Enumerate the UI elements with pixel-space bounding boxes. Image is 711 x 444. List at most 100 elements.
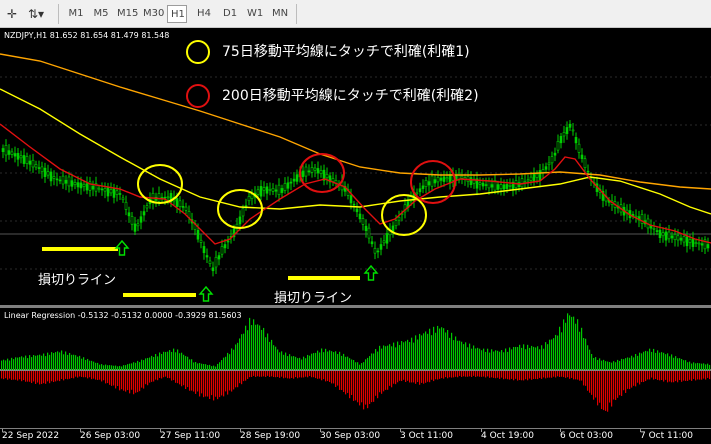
histogram-bar-up <box>227 352 229 370</box>
histogram-bar-up <box>297 358 299 370</box>
histogram-bar-up <box>143 360 145 370</box>
histogram-bar-up <box>195 362 197 370</box>
histogram-bar-down <box>411 371 413 383</box>
histogram-bar-up <box>627 357 629 370</box>
candle-body <box>415 192 419 195</box>
candle-body <box>661 232 665 237</box>
histogram-bar-up <box>359 364 361 370</box>
timeframe-m5[interactable]: M5 <box>90 5 112 23</box>
histogram-bar-up <box>139 362 141 370</box>
candle-body <box>145 205 149 209</box>
histogram-bar-down <box>287 371 289 379</box>
histogram-bar-down <box>329 371 331 383</box>
candle-body <box>283 183 287 191</box>
histogram-bar-down <box>667 371 669 383</box>
histogram-bar-down <box>151 371 153 382</box>
histogram-bar-up <box>159 352 161 370</box>
candle-body <box>265 186 269 194</box>
candle-body <box>352 203 356 206</box>
candle-body <box>127 212 131 217</box>
histogram-bar-down <box>53 371 55 383</box>
candle-body <box>13 153 17 157</box>
histogram-bar-up <box>55 352 57 370</box>
timeframe-h1[interactable]: H1 <box>167 5 187 23</box>
histogram-bar-down <box>139 371 141 392</box>
candle-body <box>376 250 380 253</box>
histogram-bar-down <box>315 371 317 379</box>
histogram-bar-down <box>235 371 237 388</box>
histogram-bar-up <box>651 351 653 370</box>
histogram-bar-down <box>281 371 283 377</box>
legend-red-circle-icon <box>186 84 210 108</box>
histogram-bar-down <box>455 371 457 377</box>
histogram-bar-down <box>545 371 547 379</box>
histogram-bar-down <box>521 371 523 381</box>
histogram-bar-up <box>185 356 187 370</box>
histogram-bar-up <box>45 356 47 370</box>
price-chart[interactable]: NZDJPY,H1 81.652 81.654 81.479 81.548 75… <box>0 29 711 305</box>
histogram-bar-down <box>165 371 167 377</box>
timeframe-h4[interactable]: H4 <box>193 5 215 23</box>
histogram-bar-up <box>189 359 191 370</box>
histogram-bar-down <box>547 371 549 378</box>
candle-body <box>364 225 368 231</box>
candle-body <box>391 225 395 232</box>
histogram-bar-up <box>351 359 353 370</box>
histogram-bar-up <box>135 362 137 370</box>
histogram-bar-down <box>351 371 353 396</box>
histogram-bar-down <box>423 371 425 384</box>
histogram-bar-down <box>229 371 231 391</box>
histogram-bar-down <box>685 371 687 381</box>
candle-body <box>70 180 74 187</box>
histogram-bar-down <box>361 371 363 403</box>
candle-body <box>175 198 179 207</box>
histogram-bar-up <box>157 356 159 370</box>
histogram-bar-down <box>443 371 445 379</box>
histogram-bar-down <box>391 371 393 388</box>
histogram-bar-down <box>571 371 573 378</box>
candle-body <box>34 164 38 168</box>
candle-body <box>301 170 305 178</box>
period-selector-icon[interactable]: ⇅▾ <box>24 4 48 24</box>
histogram-bar-up <box>459 340 461 370</box>
histogram-bar-up <box>385 346 387 370</box>
histogram-bar-down <box>271 371 273 377</box>
histogram-bar-up <box>115 365 117 370</box>
histogram-bar-down <box>17 371 19 381</box>
histogram-bar-up <box>291 356 293 370</box>
histogram-bar-down <box>291 371 293 378</box>
histogram-bar-down <box>517 371 519 381</box>
candle-body <box>139 216 143 223</box>
histogram-bar-up <box>69 352 71 370</box>
crosshair-icon[interactable]: ✛ <box>4 4 20 24</box>
histogram-bar-up <box>435 332 437 370</box>
timeframe-m1[interactable]: M1 <box>64 5 88 23</box>
timeframe-m30[interactable]: M30 <box>140 5 164 23</box>
histogram-bar-down <box>703 371 705 379</box>
histogram-bar-down <box>577 371 579 380</box>
timeframe-w1[interactable]: W1 <box>244 5 264 23</box>
histogram-bar-up <box>73 354 75 370</box>
histogram-bar-up <box>429 328 431 370</box>
stop-loss-label-1: 損切りライン <box>38 273 117 288</box>
histogram-bar-down <box>73 371 75 379</box>
histogram-bar-up <box>657 350 659 370</box>
timeframe-mn[interactable]: MN <box>268 5 292 23</box>
histogram-bar-up <box>83 357 85 370</box>
time-axis: 22 Sep 2022 26 Sep 03:00 27 Sep 11:00 28 Se… <box>0 428 711 444</box>
histogram-bar-down <box>99 371 101 380</box>
histogram-bar-up <box>343 353 345 370</box>
histogram-bar-down <box>591 371 593 395</box>
timeframe-d1[interactable]: D1 <box>220 5 240 23</box>
candle-body <box>373 247 377 254</box>
linear-regression-window[interactable]: Linear Regression -0.5132 -0.5132 0.0000… <box>0 308 711 428</box>
timeframe-m15[interactable]: M15 <box>114 5 138 23</box>
candle-body <box>79 182 83 189</box>
histogram-bar-up <box>161 353 163 370</box>
histogram-bar-down <box>137 371 139 393</box>
histogram-bar-down <box>249 371 251 378</box>
histogram-bar-down <box>269 371 271 377</box>
histogram-bar-down <box>537 371 539 380</box>
candle-body <box>37 167 41 169</box>
histogram-bar-up <box>311 353 313 370</box>
